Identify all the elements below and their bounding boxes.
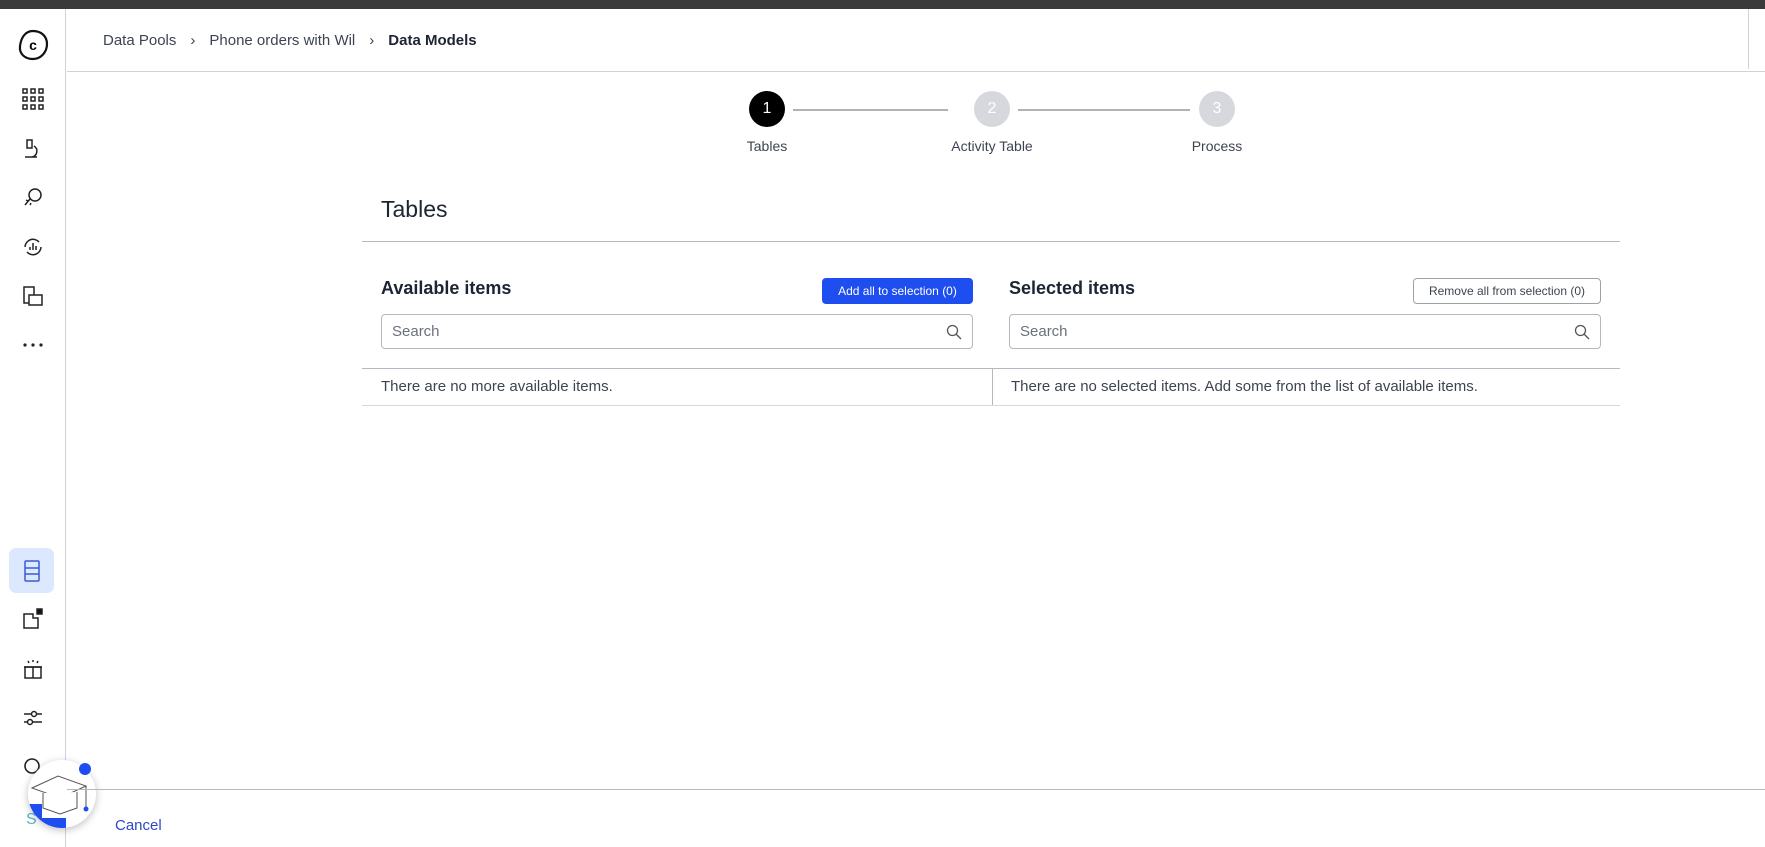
breadcrumb: Data Pools › Phone orders with Wil › Dat… (67, 9, 1765, 72)
list-top-border (362, 368, 1620, 369)
refresh-chart-icon[interactable] (13, 227, 53, 267)
more-icon[interactable] (13, 325, 53, 365)
sidebar: c (0, 9, 66, 847)
breadcrumb-data-pool[interactable]: Phone orders with Wil (209, 32, 355, 49)
list-bottom-border (362, 405, 1620, 406)
logo-icon[interactable]: c (13, 25, 53, 65)
step-3-circle: 3 (1199, 91, 1235, 127)
cancel-button[interactable]: Cancel (115, 817, 162, 834)
search-icon (946, 324, 962, 339)
selected-search-input[interactable] (1020, 323, 1574, 340)
add-all-button[interactable]: Add all to selection (0) (822, 278, 973, 304)
chevron-right-icon: › (369, 31, 375, 49)
settings-sliders-icon[interactable] (13, 698, 53, 738)
step-connector (1018, 109, 1190, 111)
step-2-label: Activity Table (951, 138, 1033, 154)
search-icon (1574, 324, 1590, 339)
step-1-label: Tables (746, 138, 788, 154)
chevron-right-icon: › (190, 31, 196, 49)
scrollbar-edge (1748, 9, 1749, 69)
step-3-label: Process (1191, 138, 1243, 154)
available-search-input[interactable] (392, 323, 946, 340)
data-integration-icon[interactable] (9, 548, 54, 593)
divider (362, 241, 1620, 242)
breadcrumb-data-pools[interactable]: Data Pools (103, 32, 176, 49)
list-column-divider (992, 368, 993, 405)
svg-text:c: c (29, 37, 37, 53)
selected-items-heading: Selected items (1009, 278, 1136, 298)
new-window-icon[interactable] (13, 599, 53, 639)
microscope-icon[interactable] (13, 128, 53, 168)
available-empty-message: There are no more available items. (381, 378, 613, 395)
data-files-icon[interactable] (13, 276, 53, 316)
selected-empty-message: There are no selected items. Add some fr… (1011, 378, 1478, 395)
step-2-circle: 2 (974, 91, 1010, 127)
available-items-heading: Available items (381, 278, 512, 298)
page-title: Tables (381, 196, 448, 222)
available-search (381, 314, 973, 349)
step-1-circle: 1 (749, 91, 785, 127)
step-connector (793, 109, 948, 111)
selected-search (1009, 314, 1601, 349)
remove-all-button[interactable]: Remove all from selection (0) (1413, 278, 1601, 304)
rocket-icon[interactable] (13, 177, 53, 217)
notification-dot (79, 763, 91, 775)
apps-grid-icon[interactable] (13, 79, 53, 119)
gift-icon[interactable] (13, 649, 53, 689)
breadcrumb-current: Data Models (388, 31, 477, 49)
browser-top-bar (0, 0, 1765, 9)
footer-divider (67, 789, 1765, 790)
